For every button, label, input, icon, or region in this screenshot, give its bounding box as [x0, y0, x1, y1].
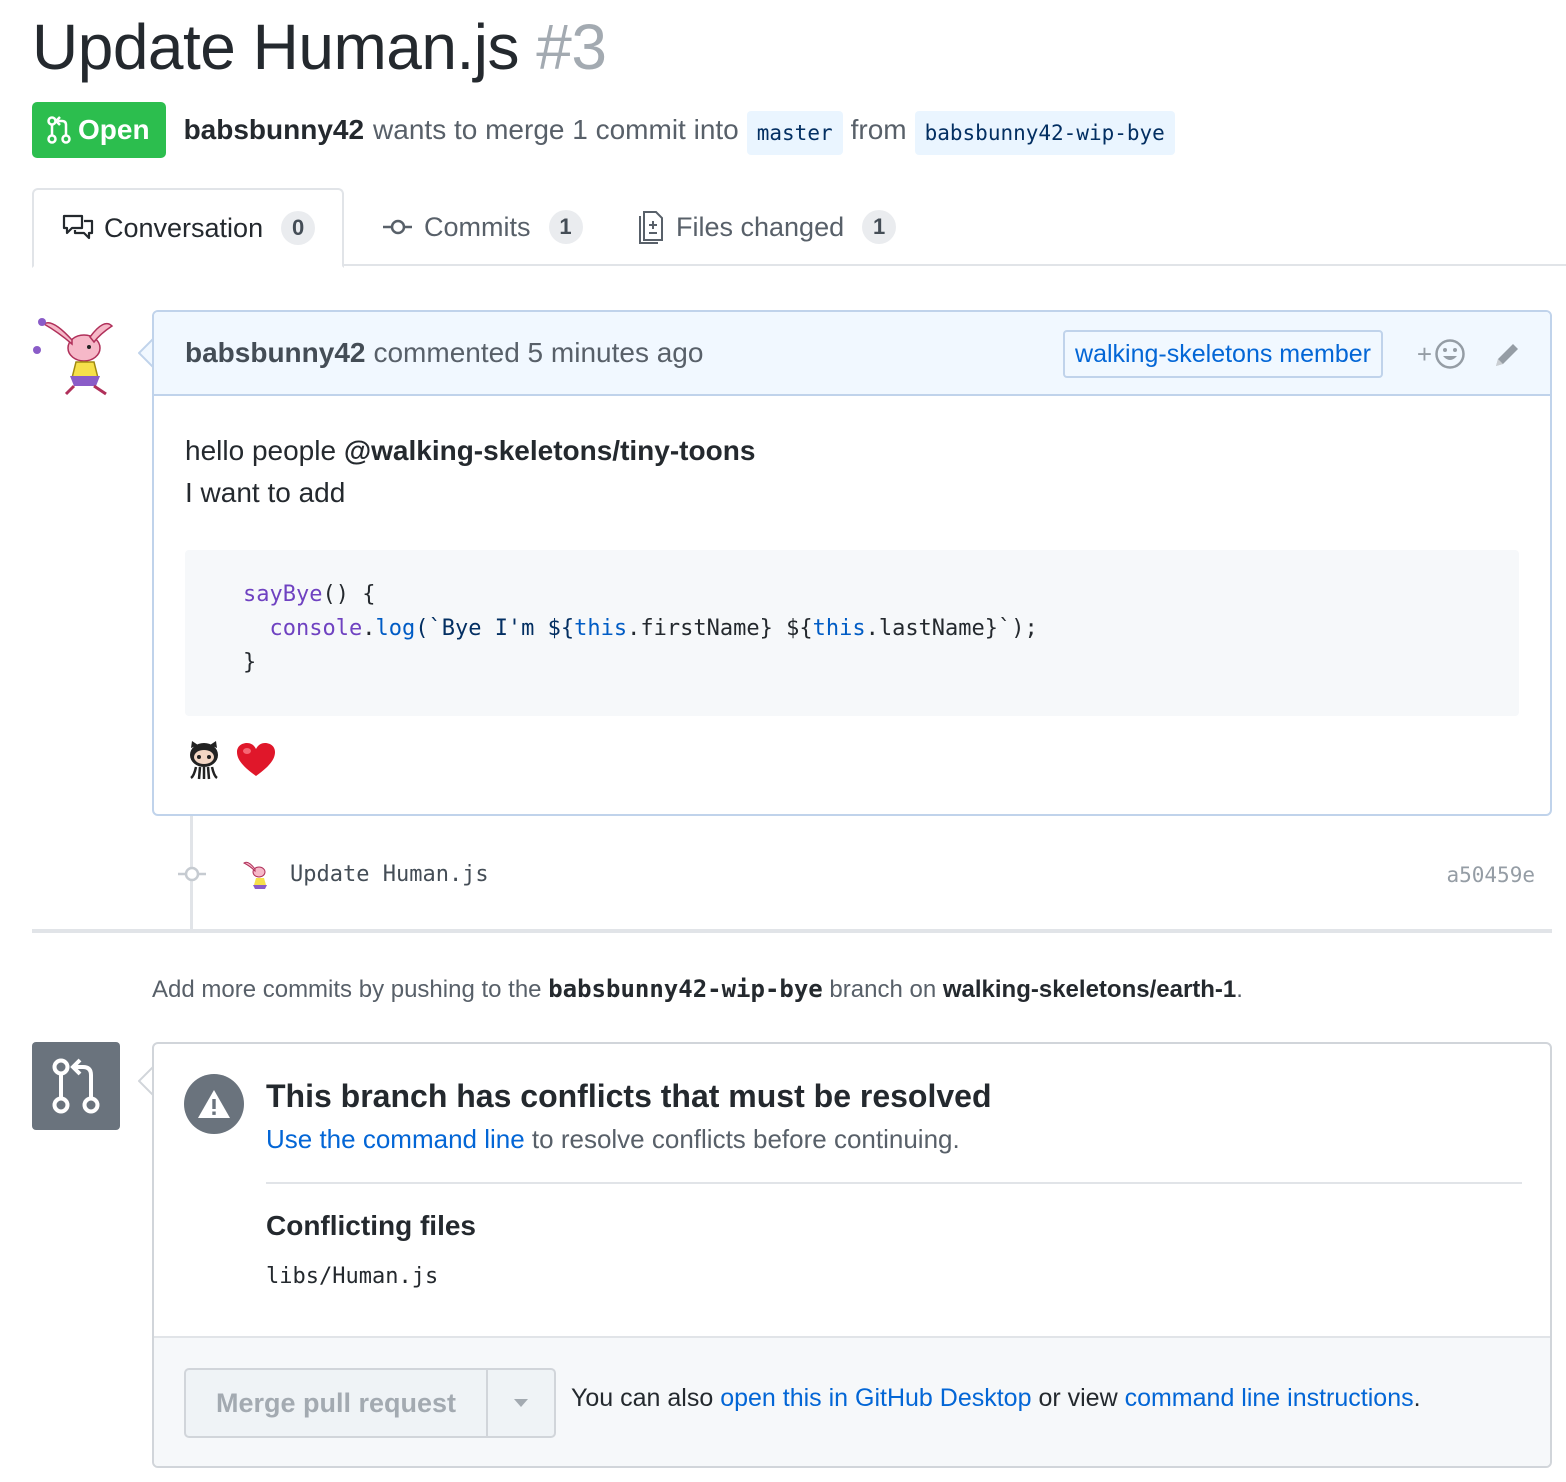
- reactions: [186, 740, 276, 780]
- code-this-2: this: [812, 616, 866, 641]
- code-console: console: [269, 616, 363, 641]
- code-log: log: [375, 616, 416, 641]
- merge-button-group: Merge pull request: [184, 1368, 556, 1438]
- commit-sha-link[interactable]: a50459e: [1446, 858, 1535, 892]
- push-note: Add more commits by pushing to the babsb…: [152, 975, 1243, 1004]
- pencil-icon[interactable]: [1492, 340, 1522, 370]
- team-mention-link[interactable]: @walking-skeletons/tiny-toons: [344, 435, 756, 466]
- push-note-middle: branch on: [829, 976, 937, 1003]
- head-branch-ref[interactable]: babsbunny42-wip-bye: [914, 111, 1175, 155]
- merge-status-icon-box: [32, 1042, 120, 1130]
- merge-divider: [266, 1182, 1522, 1184]
- pull-request-icon: [52, 1058, 100, 1114]
- merge-status-title: This branch has conflicts that must be r…: [266, 1078, 992, 1114]
- tab-commits-label: Commits: [424, 211, 531, 242]
- git-commit-icon: [178, 866, 206, 882]
- base-branch-ref[interactable]: master: [746, 111, 843, 155]
- merge-pull-request-button[interactable]: Merge pull request: [186, 1370, 488, 1436]
- add-reaction-button[interactable]: +: [1417, 338, 1466, 370]
- commit-author-avatar[interactable]: [240, 858, 274, 892]
- code-dot: .: [362, 616, 376, 641]
- author-avatar[interactable]: [32, 310, 120, 398]
- pr-meta: Open babsbunny42 wants to merge 1 commit…: [32, 102, 1183, 158]
- comment-author-link[interactable]: babsbunny42: [185, 337, 365, 369]
- code-block: sayBye() { console.log(`Bye I'm ${this.f…: [185, 550, 1519, 716]
- comment-body: hello people @walking-skeletons/tiny-too…: [154, 396, 1550, 750]
- code-this-1: this: [574, 616, 628, 641]
- command-line-instructions-link[interactable]: command line instructions: [1125, 1384, 1414, 1412]
- open-github-desktop-link[interactable]: open this in GitHub Desktop: [720, 1384, 1031, 1412]
- code-str-c: .lastName}`);: [865, 616, 1038, 641]
- comment-text-2: I want to add: [185, 477, 346, 508]
- tab-files-changed[interactable]: Files changed 1: [638, 188, 897, 266]
- pr-author-link[interactable]: babsbunny42: [184, 114, 364, 146]
- pr-tabs: Conversation 0 Commits 1 Files changed 1: [32, 188, 1566, 268]
- state-label: Open: [78, 114, 150, 145]
- member-badge: walking-skeletons member: [1063, 330, 1383, 378]
- pr-number: #3: [536, 11, 607, 83]
- conflicting-files-heading: Conflicting files: [266, 1210, 476, 1241]
- conflicting-file: libs/Human.js: [266, 1264, 439, 1289]
- timeline-divider: [32, 929, 1552, 933]
- triangle-down-icon: [514, 1399, 528, 1407]
- command-line-link[interactable]: Use the command line: [266, 1124, 525, 1154]
- tab-conversation-count: 0: [281, 211, 316, 245]
- tab-files-changed-label: Files changed: [676, 211, 845, 242]
- footer-suffix: .: [1413, 1384, 1421, 1412]
- tab-conversation-label: Conversation: [104, 212, 264, 243]
- code-fn-name: sayBye: [243, 582, 323, 607]
- plus-label: +: [1416, 338, 1432, 369]
- comment-box: babsbunny42 commented 5 minutes ago walk…: [152, 310, 1552, 816]
- push-note-prefix: Add more commits by pushing to the: [152, 976, 542, 1003]
- octocat-icon[interactable]: [186, 740, 222, 780]
- git-commit-icon: [383, 219, 412, 235]
- merge-status-subtitle: Use the command line to resolve conflict…: [266, 1124, 960, 1155]
- alert-circle: [184, 1074, 244, 1134]
- push-note-repo: walking-skeletons/earth-1: [942, 976, 1237, 1003]
- tab-commits-count: 1: [548, 210, 583, 244]
- heart-icon[interactable]: [236, 742, 276, 778]
- tab-conversation[interactable]: Conversation 0: [32, 188, 344, 268]
- footer-middle: or view: [1038, 1384, 1118, 1412]
- tab-commits[interactable]: Commits 1: [382, 188, 583, 266]
- pr-title-text: Update Human.js: [32, 11, 519, 83]
- pull-request-icon: [47, 116, 71, 144]
- comment-timestamp[interactable]: commented 5 minutes ago: [373, 337, 703, 369]
- merge-box: This branch has conflicts that must be r…: [152, 1042, 1552, 1468]
- alert-icon: [198, 1090, 230, 1118]
- file-diff-icon: [639, 211, 663, 244]
- pr-title: Update Human.js #3: [32, 10, 607, 84]
- comment-text-1: hello people: [185, 435, 337, 466]
- merge-footer-text: You can also open this in GitHub Desktop…: [571, 1384, 1421, 1413]
- tab-files-changed-count: 1: [862, 210, 897, 244]
- merge-sub-rest: to resolve conflicts before continuing.: [531, 1124, 960, 1154]
- push-note-branch: babsbunny42-wip-bye: [548, 975, 823, 1003]
- code-str-a: (`Bye I'm ${: [415, 616, 575, 641]
- merge-method-dropdown[interactable]: [488, 1370, 554, 1436]
- push-note-suffix: .: [1236, 976, 1243, 1003]
- comment-line-1: hello people @walking-skeletons/tiny-too…: [185, 430, 1519, 472]
- commit-message-link[interactable]: Update Human.js: [290, 858, 489, 892]
- merge-text: wants to merge 1 commit into: [373, 114, 739, 145]
- merge-footer: Merge pull request You can also open thi…: [154, 1336, 1550, 1466]
- smiley-icon: [1435, 339, 1465, 369]
- footer-prefix: You can also: [571, 1384, 714, 1412]
- comment-discussion-icon: [62, 214, 94, 240]
- state-badge: Open: [32, 102, 166, 158]
- from-text: from: [850, 114, 907, 145]
- code-str-b: .firstName} ${: [627, 616, 813, 641]
- code-line3: }: [243, 650, 257, 675]
- code-line1-rest: () {: [322, 582, 376, 607]
